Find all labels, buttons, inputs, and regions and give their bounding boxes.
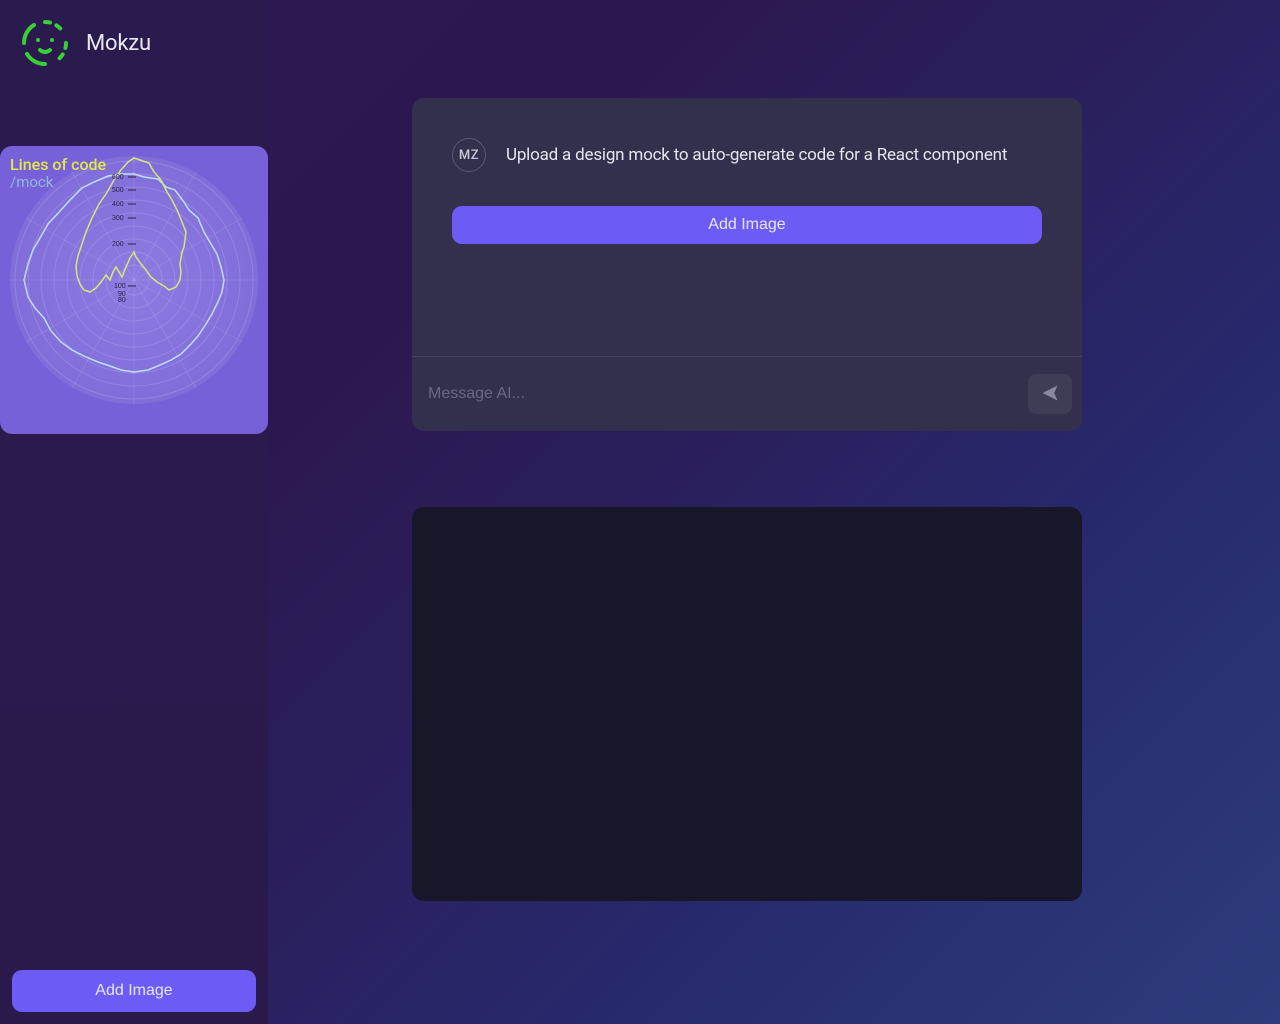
upload-instruction: Upload a design mock to auto-generate co… [506, 145, 1007, 165]
add-image-button[interactable]: Add Image [452, 206, 1042, 244]
upload-panel: MZ Upload a design mock to auto-generate… [412, 98, 1082, 431]
logo-icon [20, 18, 70, 68]
sidebar: Mokzu [0, 0, 268, 1024]
chart-subtitle: /mock [10, 174, 258, 191]
avatar: MZ [452, 138, 486, 172]
sidebar-header: Mokzu [0, 0, 268, 86]
lines-of-code-chart[interactable]: 600 500 400 300 200 100 90 80 Lines of c… [0, 146, 268, 434]
svg-text:80: 80 [118, 297, 126, 304]
main: MZ Upload a design mock to auto-generate… [268, 0, 1280, 1024]
svg-text:100: 100 [114, 283, 126, 290]
send-button[interactable] [1028, 374, 1072, 414]
svg-text:400: 400 [112, 201, 124, 208]
preview-panel [412, 507, 1082, 901]
svg-text:300: 300 [112, 215, 124, 222]
add-image-button-sidebar[interactable]: Add Image [12, 970, 256, 1012]
upload-header: MZ Upload a design mock to auto-generate… [452, 138, 1042, 172]
svg-text:200: 200 [112, 241, 124, 248]
message-input[interactable] [428, 373, 1018, 415]
sidebar-footer: Add Image [0, 958, 268, 1024]
chart-title: Lines of code [10, 156, 258, 174]
brand-name: Mokzu [86, 31, 151, 56]
input-row [412, 357, 1082, 431]
send-icon [1040, 383, 1060, 406]
